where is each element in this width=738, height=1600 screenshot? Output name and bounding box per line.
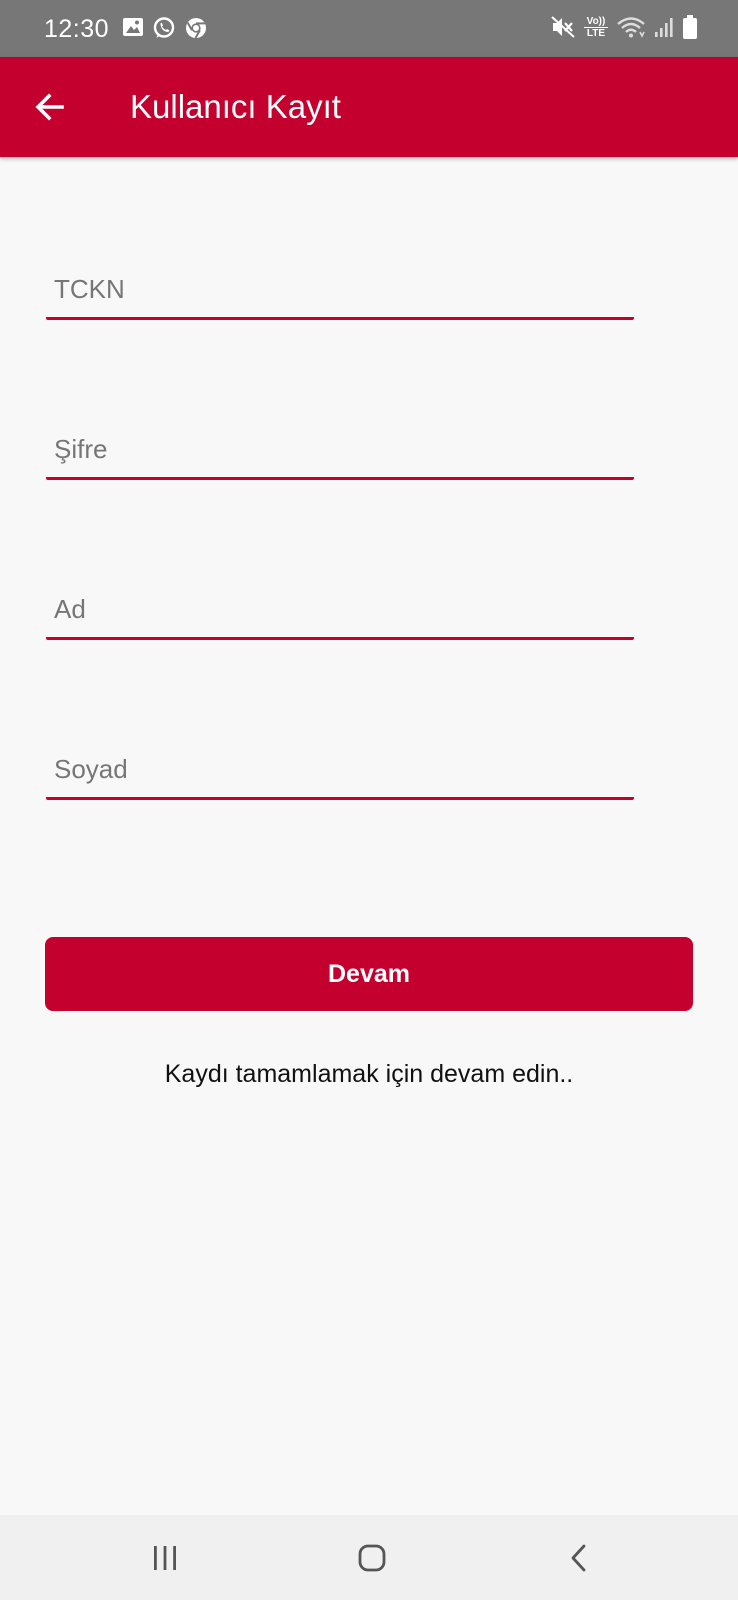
whatsapp-icon bbox=[153, 17, 175, 38]
arrow-back-icon bbox=[35, 93, 64, 121]
ad-field-container bbox=[46, 573, 634, 640]
signal-icon bbox=[655, 18, 673, 37]
status-left-icons bbox=[122, 16, 208, 40]
status-bar: 12:30 Vo)) LTE bbox=[0, 0, 738, 57]
home-button[interactable] bbox=[342, 1533, 402, 1583]
volte-label: Vo)) bbox=[586, 15, 606, 27]
tckn-field-container bbox=[46, 253, 634, 320]
first-name-input[interactable] bbox=[54, 591, 626, 627]
image-icon bbox=[123, 18, 143, 36]
app-bar: Kullanıcı Kayıt bbox=[0, 57, 738, 157]
nav-back-button[interactable] bbox=[549, 1533, 609, 1583]
chrome-icon bbox=[186, 18, 206, 39]
page-title: Kullanıcı Kayıt bbox=[130, 88, 341, 125]
lte-label: LTE bbox=[584, 26, 608, 39]
password-input[interactable] bbox=[54, 431, 626, 467]
battery-icon bbox=[683, 15, 697, 39]
wifi-icon bbox=[617, 17, 645, 38]
recents-icon bbox=[154, 1546, 176, 1570]
status-time: 12:30 bbox=[44, 15, 110, 43]
back-button[interactable] bbox=[22, 79, 78, 135]
sifre-field-container bbox=[46, 413, 634, 480]
continue-button[interactable]: Devam bbox=[45, 937, 693, 1011]
system-nav-bar bbox=[0, 1515, 738, 1600]
last-name-input[interactable] bbox=[54, 751, 626, 787]
hint-text: Kaydı tamamlamak için devam edin.. bbox=[164, 1060, 574, 1088]
volte-lte-icon: Vo)) LTE bbox=[584, 16, 608, 39]
home-icon bbox=[358, 1544, 386, 1572]
muted-icon bbox=[551, 16, 575, 38]
back-icon bbox=[571, 1544, 586, 1572]
soyad-field-container bbox=[46, 733, 634, 800]
status-right-icons: Vo)) LTE bbox=[550, 14, 698, 40]
tckn-input[interactable] bbox=[54, 271, 626, 307]
recents-button[interactable] bbox=[135, 1533, 195, 1583]
